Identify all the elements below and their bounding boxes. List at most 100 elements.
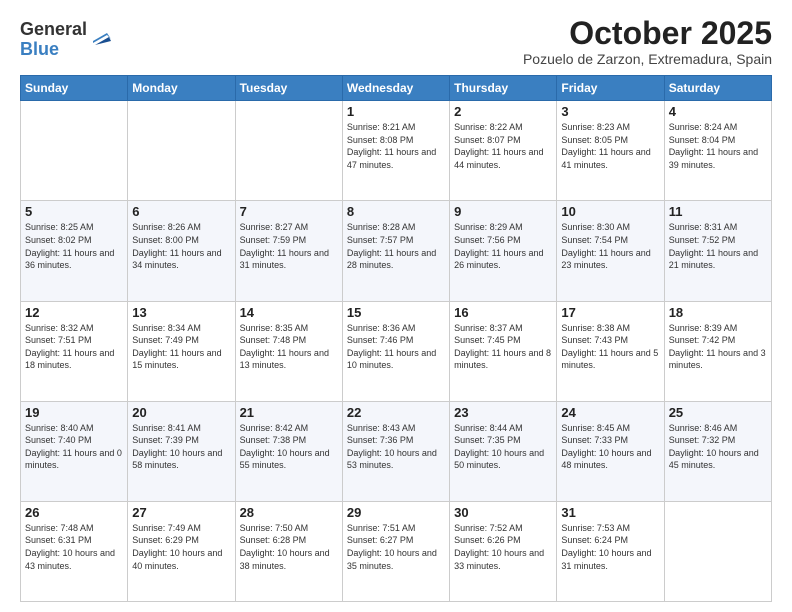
logo-text: General Blue: [20, 20, 87, 60]
day-number: 23: [454, 405, 552, 420]
day-info: Sunrise: 8:22 AM Sunset: 8:07 PM Dayligh…: [454, 121, 552, 171]
day-number: 11: [669, 204, 767, 219]
calendar-cell: 17 Sunrise: 8:38 AM Sunset: 7:43 PM Dayli…: [557, 301, 664, 401]
day-info: Sunrise: 7:53 AM Sunset: 6:24 PM Dayligh…: [561, 522, 659, 572]
calendar-cell: 15 Sunrise: 8:36 AM Sunset: 7:46 PM Dayli…: [342, 301, 449, 401]
calendar-cell: 8Sunrise: 8:28 AM Sunset: 7:57 PM Daylig…: [342, 201, 449, 301]
logo-general: General: [20, 20, 87, 40]
calendar-cell: 3 Sunrise: 8:23 AM Sunset: 8:05 PM Daylig…: [557, 101, 664, 201]
calendar-header-row: Sunday Monday Tuesday Wednesday Thursday…: [21, 76, 772, 101]
col-sunday: Sunday: [21, 76, 128, 101]
calendar-cell: 4 Sunrise: 8:24 AM Sunset: 8:04 PM Daylig…: [664, 101, 771, 201]
day-number: 22: [347, 405, 445, 420]
day-number: 3: [561, 104, 659, 119]
calendar-cell: 2 Sunrise: 8:22 AM Sunset: 8:07 PM Daylig…: [450, 101, 557, 201]
day-info: Sunrise: 8:42 AM Sunset: 7:38 PM Dayligh…: [240, 422, 338, 472]
day-info: Sunrise: 8:21 AM Sunset: 8:08 PM Dayligh…: [347, 121, 445, 171]
calendar-cell: [128, 101, 235, 201]
calendar-cell: 6 Sunrise: 8:26 AM Sunset: 8:00 PM Daylig…: [128, 201, 235, 301]
col-wednesday: Wednesday: [342, 76, 449, 101]
day-info: Sunrise: 8:23 AM Sunset: 8:05 PM Dayligh…: [561, 121, 659, 171]
day-number: 25: [669, 405, 767, 420]
day-info: Sunrise: 8:34 AM Sunset: 7:49 PM Dayligh…: [132, 322, 230, 372]
logo-blue: Blue: [20, 40, 87, 60]
day-info: Sunrise: 8:30 AM Sunset: 7:54 PM Dayligh…: [561, 221, 659, 271]
calendar-cell: 16 Sunrise: 8:37 AM Sunset: 7:45 PM Dayli…: [450, 301, 557, 401]
calendar-week-2: 12 Sunrise: 8:32 AM Sunset: 7:51 PM Dayli…: [21, 301, 772, 401]
calendar-week-4: 26Sunrise: 7:48 AM Sunset: 6:31 PM Dayli…: [21, 501, 772, 601]
day-number: 13: [132, 305, 230, 320]
calendar-cell: 7Sunrise: 8:27 AM Sunset: 7:59 PM Daylig…: [235, 201, 342, 301]
day-number: 19: [25, 405, 123, 420]
day-info: Sunrise: 8:38 AM Sunset: 7:43 PM Dayligh…: [561, 322, 659, 372]
calendar-week-0: 1 Sunrise: 8:21 AM Sunset: 8:08 PM Daylig…: [21, 101, 772, 201]
calendar-cell: 19 Sunrise: 8:40 AM Sunset: 7:40 PM Dayli…: [21, 401, 128, 501]
calendar-cell: 27Sunrise: 7:49 AM Sunset: 6:29 PM Dayli…: [128, 501, 235, 601]
calendar-cell: 1 Sunrise: 8:21 AM Sunset: 8:08 PM Daylig…: [342, 101, 449, 201]
day-number: 15: [347, 305, 445, 320]
day-number: 14: [240, 305, 338, 320]
day-number: 10: [561, 204, 659, 219]
day-info: Sunrise: 8:41 AM Sunset: 7:39 PM Dayligh…: [132, 422, 230, 472]
calendar-cell: 20 Sunrise: 8:41 AM Sunset: 7:39 PM Dayli…: [128, 401, 235, 501]
calendar-cell: 25Sunrise: 8:46 AM Sunset: 7:32 PM Dayli…: [664, 401, 771, 501]
day-info: Sunrise: 7:51 AM Sunset: 6:27 PM Dayligh…: [347, 522, 445, 572]
calendar-week-3: 19 Sunrise: 8:40 AM Sunset: 7:40 PM Dayli…: [21, 401, 772, 501]
day-info: Sunrise: 7:50 AM Sunset: 6:28 PM Dayligh…: [240, 522, 338, 572]
day-number: 16: [454, 305, 552, 320]
col-thursday: Thursday: [450, 76, 557, 101]
day-info: Sunrise: 8:44 AM Sunset: 7:35 PM Dayligh…: [454, 422, 552, 472]
calendar-table: Sunday Monday Tuesday Wednesday Thursday…: [20, 75, 772, 602]
logo: General Blue: [20, 20, 111, 60]
day-info: Sunrise: 8:40 AM Sunset: 7:40 PM Dayligh…: [25, 422, 123, 472]
day-info: Sunrise: 7:52 AM Sunset: 6:26 PM Dayligh…: [454, 522, 552, 572]
day-number: 6: [132, 204, 230, 219]
day-number: 24: [561, 405, 659, 420]
day-number: 4: [669, 104, 767, 119]
day-info: Sunrise: 8:37 AM Sunset: 7:45 PM Dayligh…: [454, 322, 552, 372]
calendar-cell: 23 Sunrise: 8:44 AM Sunset: 7:35 PM Dayli…: [450, 401, 557, 501]
calendar-cell: 12 Sunrise: 8:32 AM Sunset: 7:51 PM Dayli…: [21, 301, 128, 401]
month-title: October 2025: [523, 16, 772, 51]
day-number: 18: [669, 305, 767, 320]
calendar-cell: [21, 101, 128, 201]
calendar-cell: 9Sunrise: 8:29 AM Sunset: 7:56 PM Daylig…: [450, 201, 557, 301]
calendar-cell: 10 Sunrise: 8:30 AM Sunset: 7:54 PM Dayli…: [557, 201, 664, 301]
day-info: Sunrise: 8:32 AM Sunset: 7:51 PM Dayligh…: [25, 322, 123, 372]
calendar-cell: 21 Sunrise: 8:42 AM Sunset: 7:38 PM Dayli…: [235, 401, 342, 501]
day-info: Sunrise: 8:43 AM Sunset: 7:36 PM Dayligh…: [347, 422, 445, 472]
day-info: Sunrise: 8:36 AM Sunset: 7:46 PM Dayligh…: [347, 322, 445, 372]
col-friday: Friday: [557, 76, 664, 101]
calendar-cell: 22 Sunrise: 8:43 AM Sunset: 7:36 PM Dayli…: [342, 401, 449, 501]
day-info: Sunrise: 8:31 AM Sunset: 7:52 PM Dayligh…: [669, 221, 767, 271]
calendar-week-1: 5Sunrise: 8:25 AM Sunset: 8:02 PM Daylig…: [21, 201, 772, 301]
day-number: 2: [454, 104, 552, 119]
calendar-cell: 5Sunrise: 8:25 AM Sunset: 8:02 PM Daylig…: [21, 201, 128, 301]
day-number: 20: [132, 405, 230, 420]
day-number: 21: [240, 405, 338, 420]
calendar-cell: [664, 501, 771, 601]
calendar-cell: 11 Sunrise: 8:31 AM Sunset: 7:52 PM Dayli…: [664, 201, 771, 301]
day-number: 9: [454, 204, 552, 219]
day-number: 12: [25, 305, 123, 320]
day-info: Sunrise: 8:28 AM Sunset: 7:57 PM Dayligh…: [347, 221, 445, 271]
col-saturday: Saturday: [664, 76, 771, 101]
logo-icon: [89, 25, 111, 47]
day-number: 26: [25, 505, 123, 520]
day-number: 17: [561, 305, 659, 320]
calendar-cell: [235, 101, 342, 201]
day-info: Sunrise: 8:39 AM Sunset: 7:42 PM Dayligh…: [669, 322, 767, 372]
day-info: Sunrise: 8:35 AM Sunset: 7:48 PM Dayligh…: [240, 322, 338, 372]
day-number: 31: [561, 505, 659, 520]
title-area: October 2025 Pozuelo de Zarzon, Extremad…: [523, 16, 772, 67]
day-info: Sunrise: 8:26 AM Sunset: 8:00 PM Dayligh…: [132, 221, 230, 271]
day-info: Sunrise: 8:24 AM Sunset: 8:04 PM Dayligh…: [669, 121, 767, 171]
day-number: 29: [347, 505, 445, 520]
day-info: Sunrise: 8:27 AM Sunset: 7:59 PM Dayligh…: [240, 221, 338, 271]
calendar-cell: 24Sunrise: 8:45 AM Sunset: 7:33 PM Dayli…: [557, 401, 664, 501]
day-number: 1: [347, 104, 445, 119]
col-tuesday: Tuesday: [235, 76, 342, 101]
day-number: 28: [240, 505, 338, 520]
day-number: 30: [454, 505, 552, 520]
location-subtitle: Pozuelo de Zarzon, Extremadura, Spain: [523, 51, 772, 67]
